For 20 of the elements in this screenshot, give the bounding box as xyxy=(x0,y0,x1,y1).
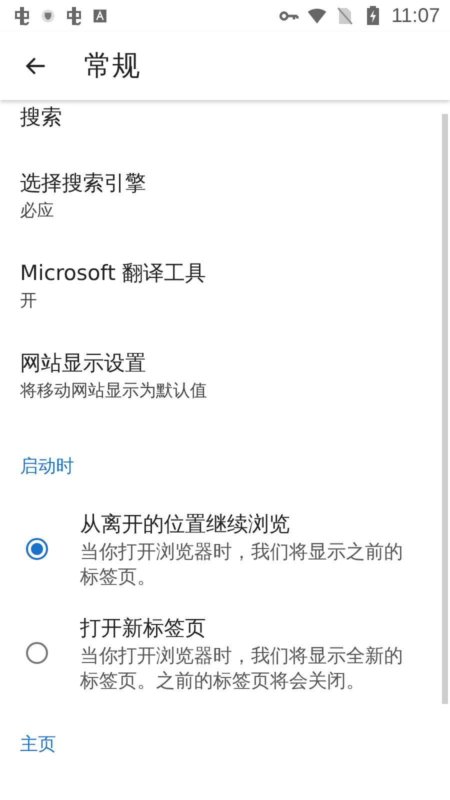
settings-item[interactable]: 网站显示设置 将移动网站显示为默认值 xyxy=(0,336,450,426)
settings-item[interactable]: 搜索 xyxy=(0,100,450,156)
bug-icon xyxy=(12,6,32,26)
no-sim-icon xyxy=(335,6,356,26)
settings-item[interactable]: 选择搜索引擎 必应 xyxy=(0,156,450,246)
option-description: 当你打开浏览器时，我们将显示全新的标签页。之前的标签页将会关闭。 xyxy=(80,644,404,694)
section-header: 启动时 xyxy=(19,455,75,479)
wifi-icon xyxy=(307,6,328,26)
settings-item[interactable]: Microsoft 翻译工具 开 xyxy=(0,246,450,336)
radio-button[interactable] xyxy=(26,538,48,560)
shield-icon xyxy=(40,8,56,24)
section-header: 主页 xyxy=(19,733,57,757)
option-title: 从离开的位置继续浏览 xyxy=(80,511,291,538)
keyboard-icon xyxy=(92,8,108,24)
radio-button[interactable] xyxy=(26,642,48,664)
bug-icon xyxy=(64,6,84,26)
option-title: 打开新标签页 xyxy=(80,615,207,642)
page-title: 常规 xyxy=(84,48,140,84)
clock-time: 11:07 xyxy=(391,4,440,28)
option-description: 当你打开浏览器时，我们将显示之前的标签页。 xyxy=(80,540,404,590)
